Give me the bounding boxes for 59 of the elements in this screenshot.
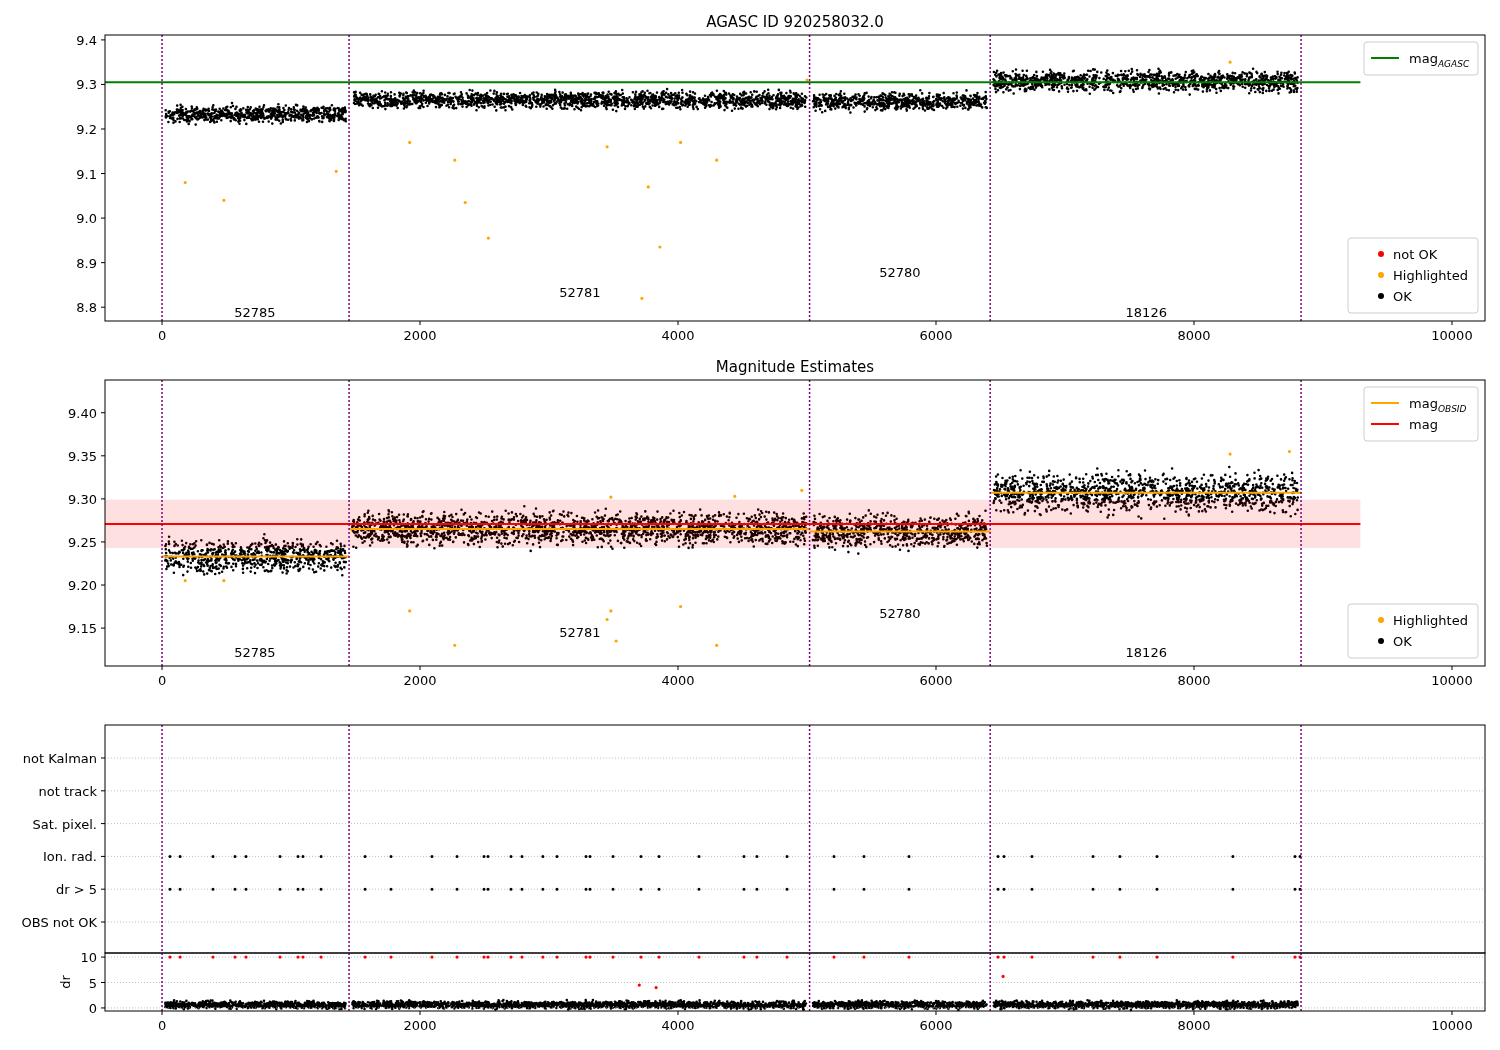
legend-label: OK [1393, 634, 1412, 649]
obsid-label: 52781 [559, 625, 601, 641]
y-tick-label: 9.20 [68, 578, 97, 593]
x-tick-label: 4000 [661, 1018, 695, 1033]
flag-label: not track [38, 783, 97, 799]
y-tick-label: 9.25 [68, 534, 97, 550]
x-tick-label: 8000 [1177, 328, 1211, 343]
x-tick-label: 10000 [1431, 1018, 1473, 1033]
x-tick-label: 2000 [403, 328, 437, 343]
flag-label: dr > 5 [55, 882, 97, 898]
legend-label: Highlighted [1393, 613, 1468, 628]
x-tick-label: 6000 [919, 1018, 953, 1033]
y-axis-label: dr [58, 975, 73, 989]
flag-label: Ion. rad. [43, 849, 97, 865]
y-tick-label: 9.30 [68, 491, 97, 507]
x-tick-label: 0 [157, 328, 167, 343]
obsid-label: 52780 [879, 605, 921, 621]
obsid-label: 52785 [234, 304, 276, 320]
x-tick-label: 0 [157, 673, 167, 688]
y-tick-label: 9.15 [68, 621, 97, 637]
y-tick-label: 5 [88, 975, 97, 991]
x-tick-label: 8000 [1177, 673, 1211, 688]
chart-title: AGASC ID 920258032.0 [706, 13, 884, 31]
x-tick-label: 0 [157, 1018, 167, 1033]
flag-label: OBS not OK [21, 915, 97, 930]
x-tick-label: 10000 [1431, 673, 1473, 688]
x-tick-label: 10000 [1431, 328, 1473, 343]
legend-label: not OK [1393, 247, 1438, 262]
obsid-label: 52781 [559, 284, 601, 300]
y-tick-label: 9.0 [76, 211, 97, 227]
y-tick-label: 8.9 [76, 255, 97, 271]
x-tick-label: 2000 [403, 1018, 437, 1033]
flag-label: Sat. pixel. [32, 816, 97, 832]
y-tick-label: 0 [88, 1000, 97, 1016]
obsid-label: 18126 [1125, 304, 1167, 320]
legend-label: mag$_{AGASC}$ [1409, 51, 1470, 69]
y-tick-label: 9.3 [76, 77, 97, 93]
y-tick-label: 10 [80, 950, 97, 966]
legend-label: OK [1393, 289, 1412, 304]
x-tick-label: 4000 [661, 673, 695, 688]
x-tick-label: 6000 [919, 673, 953, 688]
obsid-label: 52785 [234, 645, 276, 661]
y-tick-label: 9.40 [68, 405, 97, 421]
x-tick-label: 2000 [403, 673, 437, 688]
legend-label: mag$_{OBSID}$ [1409, 396, 1467, 414]
obsid-label: 52780 [879, 264, 921, 280]
obsid-label: 18126 [1125, 645, 1167, 661]
y-tick-label: 9.1 [76, 166, 97, 182]
x-tick-label: 6000 [919, 328, 953, 343]
flag-label: not Kalman [22, 751, 97, 766]
y-tick-label: 8.8 [76, 300, 97, 316]
x-tick-label: 8000 [1177, 1018, 1211, 1033]
chart-title: Magnitude Estimates [715, 358, 875, 376]
x-tick-label: 4000 [661, 328, 695, 343]
y-tick-label: 9.35 [68, 448, 97, 464]
y-tick-label: 9.4 [76, 32, 97, 48]
y-tick-label: 9.2 [76, 122, 97, 137]
legend-label: mag [1409, 417, 1438, 432]
legend-label: Highlighted [1393, 268, 1468, 283]
